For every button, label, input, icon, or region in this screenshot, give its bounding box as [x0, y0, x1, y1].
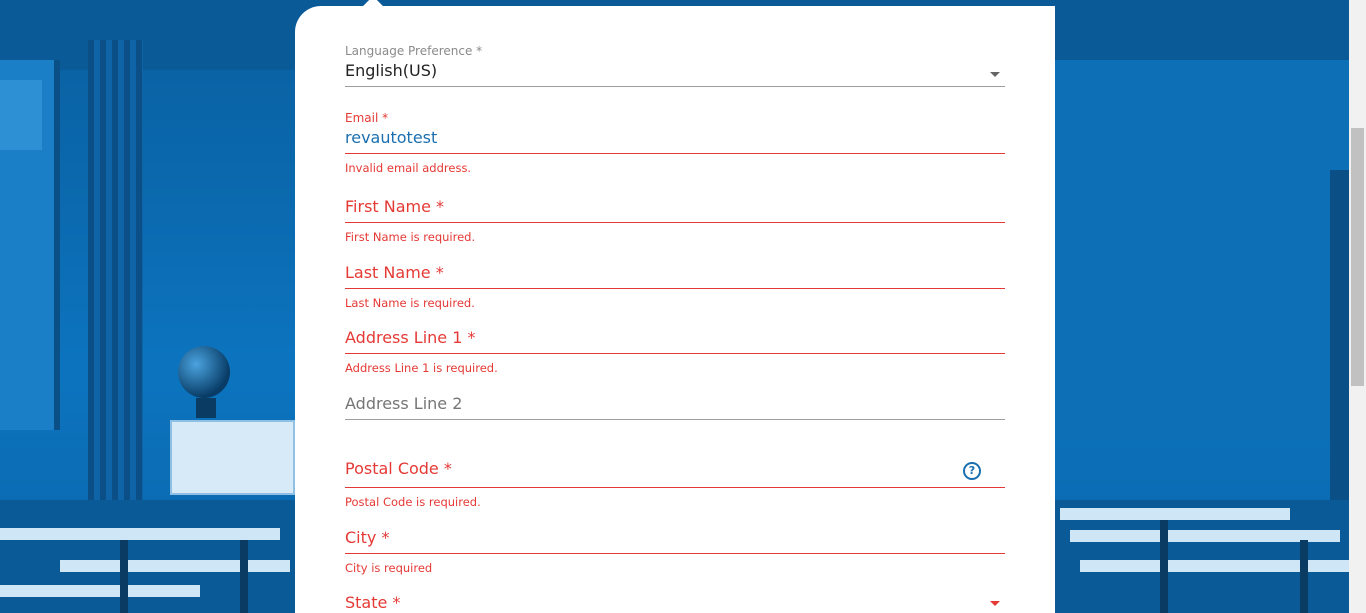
language-underline — [345, 86, 1005, 87]
desk — [1080, 560, 1349, 572]
desk — [1060, 508, 1290, 520]
state-input[interactable]: State * — [345, 592, 1005, 613]
question-circle-icon[interactable]: ? — [963, 462, 981, 480]
state-select[interactable]: State * — [345, 592, 1005, 613]
last-name-input[interactable]: Last Name * — [345, 262, 1005, 284]
postal-code-underline — [345, 487, 1005, 488]
postal-code-input[interactable]: Postal Code * — [345, 458, 1005, 480]
email-error: Invalid email address. — [345, 161, 472, 175]
desk — [0, 585, 200, 597]
scrollbar-thumb[interactable] — [1351, 128, 1364, 386]
wall — [1055, 60, 1349, 440]
address-line-1-error: Address Line 1 is required. — [345, 361, 498, 375]
city-field[interactable]: City * City is required — [345, 527, 1005, 575]
chevron-down-icon[interactable] — [990, 601, 1000, 606]
address-line-1-underline — [345, 353, 1005, 354]
language-preference-value[interactable]: English(US) — [345, 60, 1005, 82]
desk-leg — [240, 540, 248, 613]
language-preference-select[interactable]: Language Preference * English(US) — [345, 44, 1005, 87]
last-name-field[interactable]: Last Name * Last Name is required. — [345, 262, 1005, 310]
globe — [178, 346, 230, 398]
address-line-1-field[interactable]: Address Line 1 * Address Line 1 is requi… — [345, 327, 1005, 375]
language-preference-label: Language Preference * — [345, 44, 483, 58]
cabinet — [170, 420, 295, 495]
first-name-field[interactable]: First Name * First Name is required. — [345, 196, 1005, 244]
city-underline — [345, 553, 1005, 554]
registration-form-card: Language Preference * English(US) Email … — [295, 0, 1055, 613]
address-line-2-input[interactable]: Address Line 2 — [345, 393, 1005, 415]
first-name-underline — [345, 222, 1005, 223]
door — [1330, 170, 1349, 500]
first-name-error: First Name is required. — [345, 230, 476, 244]
city-input[interactable]: City * — [345, 527, 1005, 549]
last-name-underline — [345, 288, 1005, 289]
card-notch — [363, 0, 383, 16]
globe-stand — [196, 398, 216, 418]
address-line-2-underline — [345, 419, 1005, 420]
page-scrollbar[interactable] — [1349, 0, 1366, 613]
first-name-input[interactable]: First Name * — [345, 196, 1005, 218]
email-underline — [345, 153, 1005, 154]
email-input[interactable]: revautotest — [345, 127, 1005, 149]
city-error: City is required — [345, 561, 433, 575]
curtain — [88, 40, 143, 520]
postal-code-field[interactable]: Postal Code * ? Postal Code is required. — [345, 458, 1005, 509]
desk-leg — [1160, 520, 1168, 613]
desk — [60, 560, 290, 572]
last-name-error: Last Name is required. — [345, 296, 475, 310]
desk-leg — [1300, 540, 1308, 613]
chevron-down-icon[interactable] — [990, 72, 1000, 77]
postal-code-error: Postal Code is required. — [345, 495, 481, 509]
address-line-1-input[interactable]: Address Line 1 * — [345, 327, 1005, 349]
desk-leg — [120, 540, 128, 613]
address-line-2-field[interactable]: Address Line 2 — [345, 393, 1005, 420]
window-pane — [0, 80, 42, 150]
desk — [0, 528, 280, 540]
email-label: Email * — [345, 111, 389, 125]
email-field[interactable]: Email * revautotest Invalid email addres… — [345, 111, 1005, 175]
